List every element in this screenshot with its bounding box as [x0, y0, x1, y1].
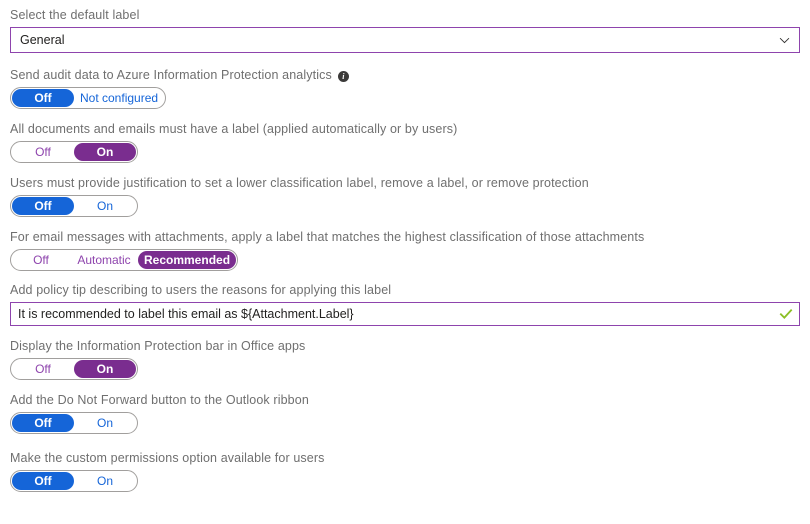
custom-permissions-toggle[interactable]: Off On	[10, 470, 138, 492]
info-bar-toggle[interactable]: Off On	[10, 358, 138, 380]
custom-permissions-field: Make the custom permissions option avail…	[10, 450, 800, 492]
attachment-label-option-automatic[interactable]: Automatic	[70, 251, 138, 269]
default-label-dropdown[interactable]: General	[10, 27, 800, 53]
mandatory-label-toggle[interactable]: Off On	[10, 141, 138, 163]
info-bar-caption-text: Display the Information Protection bar i…	[10, 338, 305, 354]
mandatory-label-option-off[interactable]: Off	[12, 143, 74, 161]
policy-tip-value[interactable]: It is recommended to label this email as…	[18, 307, 779, 321]
info-bar-option-on[interactable]: On	[74, 360, 136, 378]
default-label-value: General	[20, 33, 778, 47]
do-not-forward-caption: Add the Do Not Forward button to the Out…	[10, 392, 800, 408]
custom-permissions-caption: Make the custom permissions option avail…	[10, 450, 800, 466]
justification-field: Users must provide justification to set …	[10, 175, 800, 217]
do-not-forward-option-on[interactable]: On	[74, 414, 136, 432]
info-bar-field: Display the Information Protection bar i…	[10, 338, 800, 380]
policy-tip-caption-text: Add policy tip describing to users the r…	[10, 282, 391, 298]
audit-data-option-not-configured[interactable]: Not configured	[74, 89, 164, 107]
policy-tip-caption: Add policy tip describing to users the r…	[10, 282, 800, 298]
checkmark-icon	[779, 307, 793, 321]
custom-permissions-option-off[interactable]: Off	[12, 472, 74, 490]
audit-data-option-off[interactable]: Off	[12, 89, 74, 107]
default-label-caption: Select the default label	[10, 7, 800, 23]
info-bar-option-off[interactable]: Off	[12, 360, 74, 378]
justification-option-on[interactable]: On	[74, 197, 136, 215]
justification-caption-text: Users must provide justification to set …	[10, 175, 589, 191]
default-label-field: Select the default label General	[10, 7, 800, 53]
attachment-label-option-off[interactable]: Off	[12, 251, 70, 269]
chevron-down-icon[interactable]	[778, 34, 791, 47]
attachment-label-option-recommended[interactable]: Recommended	[138, 251, 236, 269]
do-not-forward-option-off[interactable]: Off	[12, 414, 74, 432]
mandatory-label-caption-text: All documents and emails must have a lab…	[10, 121, 457, 137]
mandatory-label-field: All documents and emails must have a lab…	[10, 121, 800, 163]
custom-permissions-option-on[interactable]: On	[74, 472, 136, 490]
justification-toggle[interactable]: Off On	[10, 195, 138, 217]
attachment-label-caption-text: For email messages with attachments, app…	[10, 229, 644, 245]
custom-permissions-caption-text: Make the custom permissions option avail…	[10, 450, 325, 466]
policy-tip-field: Add policy tip describing to users the r…	[10, 282, 800, 326]
mandatory-label-caption: All documents and emails must have a lab…	[10, 121, 800, 137]
justification-caption: Users must provide justification to set …	[10, 175, 800, 191]
audit-data-caption: Send audit data to Azure Information Pro…	[10, 67, 800, 83]
do-not-forward-field: Add the Do Not Forward button to the Out…	[10, 392, 800, 434]
mandatory-label-option-on[interactable]: On	[74, 143, 136, 161]
policy-tip-input[interactable]: It is recommended to label this email as…	[10, 302, 800, 326]
info-bar-caption: Display the Information Protection bar i…	[10, 338, 800, 354]
audit-data-toggle[interactable]: Off Not configured	[10, 87, 166, 109]
do-not-forward-caption-text: Add the Do Not Forward button to the Out…	[10, 392, 309, 408]
default-label-caption-text: Select the default label	[10, 7, 139, 23]
audit-data-field: Send audit data to Azure Information Pro…	[10, 67, 800, 109]
label-policy-settings-panel: Select the default label General Send au…	[0, 0, 810, 524]
attachment-label-caption: For email messages with attachments, app…	[10, 229, 800, 245]
justification-option-off[interactable]: Off	[12, 197, 74, 215]
attachment-label-toggle[interactable]: Off Automatic Recommended	[10, 249, 238, 271]
attachment-label-field: For email messages with attachments, app…	[10, 229, 800, 271]
audit-data-caption-text: Send audit data to Azure Information Pro…	[10, 67, 332, 83]
info-icon[interactable]: i	[338, 71, 349, 82]
do-not-forward-toggle[interactable]: Off On	[10, 412, 138, 434]
